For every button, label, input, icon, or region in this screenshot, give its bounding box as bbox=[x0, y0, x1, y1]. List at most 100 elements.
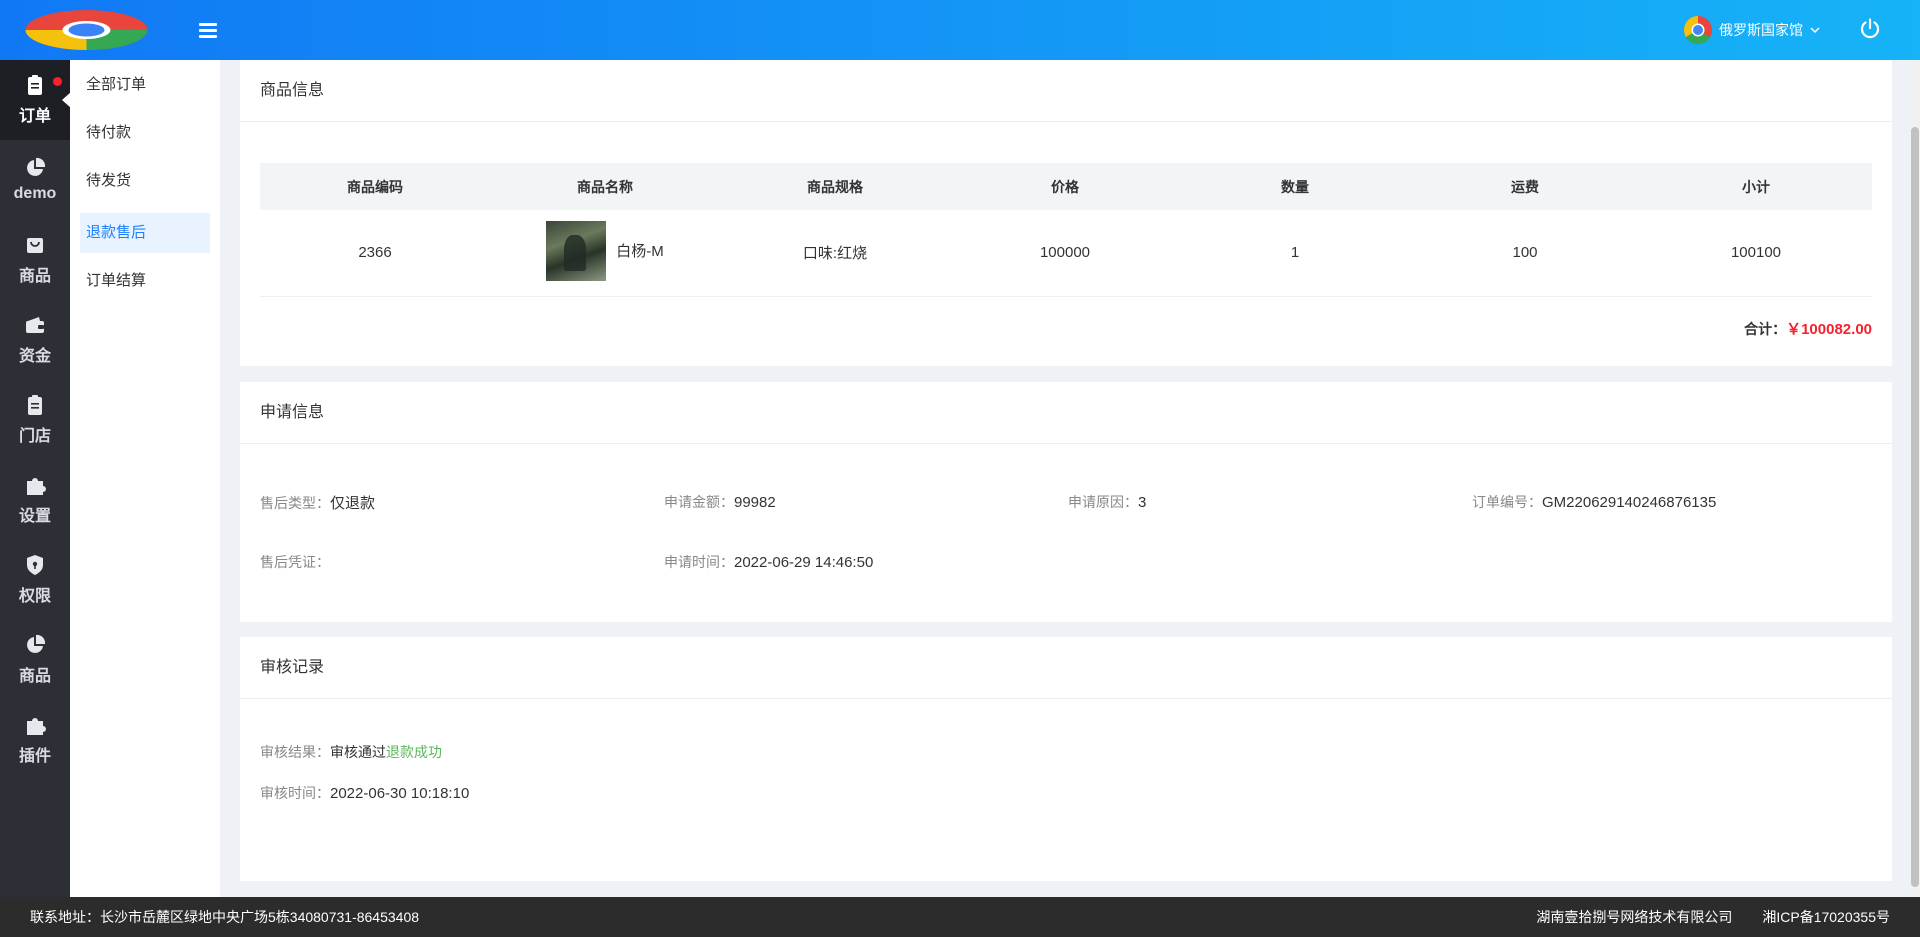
subnav-item-refunds[interactable]: 退款售后 bbox=[80, 213, 210, 253]
apply-time: 申请时间：2022-06-29 14:46:50 bbox=[664, 552, 873, 572]
rail-item-settings[interactable]: 设置 bbox=[0, 460, 70, 540]
rail-item-permissions[interactable]: 权限 bbox=[0, 540, 70, 620]
card-title: 申请信息 bbox=[240, 382, 1892, 444]
power-icon[interactable] bbox=[1858, 17, 1882, 41]
col-header: 运费 bbox=[1410, 163, 1640, 210]
apply-amount: 申请金额：99982 bbox=[664, 492, 776, 512]
subnav-item-to-ship[interactable]: 待发货 bbox=[80, 161, 210, 201]
rail-label: demo bbox=[13, 185, 57, 202]
cell-spec: 口味:红烧 bbox=[720, 210, 950, 297]
rail-label: 商品 bbox=[18, 668, 51, 685]
info-label: 售后类型： bbox=[260, 495, 330, 511]
info-value: 2022-06-30 10:18:10 bbox=[330, 785, 470, 802]
total-label: 合计： bbox=[1744, 321, 1787, 337]
cell-qty: 1 bbox=[1180, 210, 1410, 297]
rail-label: 订单 bbox=[18, 108, 51, 125]
rail-item-funds[interactable]: 资金 bbox=[0, 300, 70, 380]
pie-chart-icon bbox=[27, 157, 46, 176]
application-info-card: 申请信息 售后类型：仅退款 申请金额：99982 申请原因：3 订单编号：GM2… bbox=[240, 382, 1892, 622]
info-value: GM220629140246876135 bbox=[1542, 494, 1717, 511]
product-name: 白杨-M bbox=[616, 243, 664, 261]
table-row: 2366 白杨-M 口味:红烧 100000 1 100 100100 bbox=[260, 210, 1872, 297]
subnav-item-unpaid[interactable]: 待付款 bbox=[80, 113, 210, 153]
logo-icon[interactable] bbox=[25, 9, 148, 51]
goods-table: 商品编码 商品名称 商品规格 价格 数量 运费 小计 2366 白杨-M 口味:… bbox=[260, 163, 1872, 297]
rail-label: 资金 bbox=[18, 348, 51, 365]
rail-item-goods[interactable]: 商品 bbox=[0, 220, 70, 300]
col-header: 小计 bbox=[1640, 163, 1872, 210]
rail-label: 商品 bbox=[18, 268, 51, 285]
info-label: 售后凭证： bbox=[260, 554, 330, 570]
rail-label: 插件 bbox=[18, 748, 51, 765]
product-thumbnail[interactable] bbox=[546, 220, 607, 281]
top-header: 俄罗斯国家馆 bbox=[0, 0, 1920, 60]
apply-reason: 申请原因：3 bbox=[1068, 492, 1146, 512]
goods-info-card: 商品信息 商品编码 商品名称 商品规格 价格 数量 运费 小计 2366 白杨-… bbox=[240, 60, 1892, 366]
main-content: 商品信息 商品编码 商品名称 商品规格 价格 数量 运费 小计 2366 白杨-… bbox=[220, 60, 1910, 897]
footer-company: 湖南壹拾捌号网络技术有限公司 bbox=[1536, 909, 1733, 925]
total-amount: ￥100082.00 bbox=[1786, 321, 1872, 338]
info-value: 审核通过 bbox=[330, 744, 386, 760]
cell-price: 100000 bbox=[950, 210, 1180, 297]
chevron-down-icon bbox=[1810, 27, 1820, 34]
info-label: 订单编号： bbox=[1472, 494, 1542, 510]
notification-dot bbox=[53, 77, 62, 86]
info-label: 申请金额： bbox=[664, 494, 734, 510]
col-header: 商品规格 bbox=[720, 163, 950, 210]
cell-code: 2366 bbox=[260, 210, 490, 297]
wallet-icon bbox=[26, 317, 44, 333]
footer-right: 湖南壹拾捌号网络技术有限公司 湘ICP备17020355号 bbox=[1536, 897, 1890, 937]
rail-label: 门店 bbox=[18, 428, 51, 445]
info-label: 申请原因： bbox=[1068, 494, 1138, 510]
col-header: 数量 bbox=[1180, 163, 1410, 210]
order-number: 订单编号：GM220629140246876135 bbox=[1472, 492, 1716, 512]
clipboard-icon bbox=[28, 75, 42, 95]
subnav-item-all-orders[interactable]: 全部订单 bbox=[80, 65, 210, 105]
store-switcher[interactable]: 俄罗斯国家馆 bbox=[1683, 15, 1821, 45]
subnav-item-settlement[interactable]: 订单结算 bbox=[80, 261, 210, 301]
bag-icon bbox=[27, 238, 43, 253]
info-value: 99982 bbox=[734, 494, 776, 511]
rail-item-orders[interactable]: 订单 bbox=[0, 60, 71, 140]
info-label: 申请时间： bbox=[664, 554, 734, 570]
col-header: 商品名称 bbox=[490, 163, 720, 210]
primary-nav: 订单 demo 商品 资金 门店 设置 权限 商品 插件 bbox=[0, 60, 71, 897]
info-label: 审核结果： bbox=[260, 744, 330, 760]
footer-icp[interactable]: 湘ICP备17020355号 bbox=[1762, 897, 1890, 937]
rail-item-plugins[interactable]: 插件 bbox=[0, 700, 70, 780]
shield-icon bbox=[27, 555, 43, 575]
info-value: 3 bbox=[1138, 494, 1147, 511]
product-info: 白杨-M bbox=[546, 220, 664, 281]
rail-label: 设置 bbox=[18, 508, 51, 525]
info-value: 2022-06-29 14:46:50 bbox=[734, 554, 874, 571]
secondary-nav: 全部订单 待付款 待发货 退款售后 订单结算 bbox=[70, 60, 220, 897]
aftersale-proof: 售后凭证： bbox=[260, 552, 330, 572]
puzzle-icon bbox=[27, 478, 46, 495]
audit-time: 审核时间：2022-06-30 10:18:10 bbox=[260, 783, 469, 803]
aftersale-type: 售后类型：仅退款 bbox=[260, 492, 375, 513]
card-title: 商品信息 bbox=[240, 60, 1892, 122]
cell-name: 白杨-M bbox=[490, 210, 720, 297]
store-name: 俄罗斯国家馆 bbox=[1719, 22, 1803, 38]
rail-item-stores[interactable]: 门店 bbox=[0, 380, 70, 460]
cell-subtotal: 100100 bbox=[1640, 210, 1872, 297]
scrollbar-thumb[interactable] bbox=[1911, 127, 1919, 887]
col-header: 价格 bbox=[950, 163, 1180, 210]
info-value: 仅退款 bbox=[330, 495, 376, 512]
clipboard-icon bbox=[28, 395, 42, 415]
rail-label: 权限 bbox=[18, 588, 51, 605]
audit-result: 审核结果：审核通过退款成功 bbox=[260, 742, 442, 762]
vertical-scrollbar[interactable] bbox=[1910, 60, 1920, 897]
menu-toggle-icon[interactable] bbox=[195, 17, 221, 43]
audit-record-card: 审核记录 审核结果：审核通过退款成功 审核时间：2022-06-30 10:18… bbox=[240, 637, 1892, 881]
cell-freight: 100 bbox=[1410, 210, 1640, 297]
info-label: 审核时间： bbox=[260, 785, 330, 801]
card-title: 审核记录 bbox=[240, 637, 1892, 699]
refund-status: 退款成功 bbox=[386, 744, 442, 760]
chrome-store-icon bbox=[1684, 16, 1712, 44]
rail-item-demo[interactable]: demo bbox=[0, 140, 70, 220]
col-header: 商品编码 bbox=[260, 163, 490, 210]
page-footer: 联系地址：长沙市岳麓区绿地中央广场5栋34080731-86453408 湖南壹… bbox=[0, 897, 1920, 937]
rail-item-goods-2[interactable]: 商品 bbox=[0, 620, 70, 700]
pie-chart-icon bbox=[27, 634, 46, 653]
